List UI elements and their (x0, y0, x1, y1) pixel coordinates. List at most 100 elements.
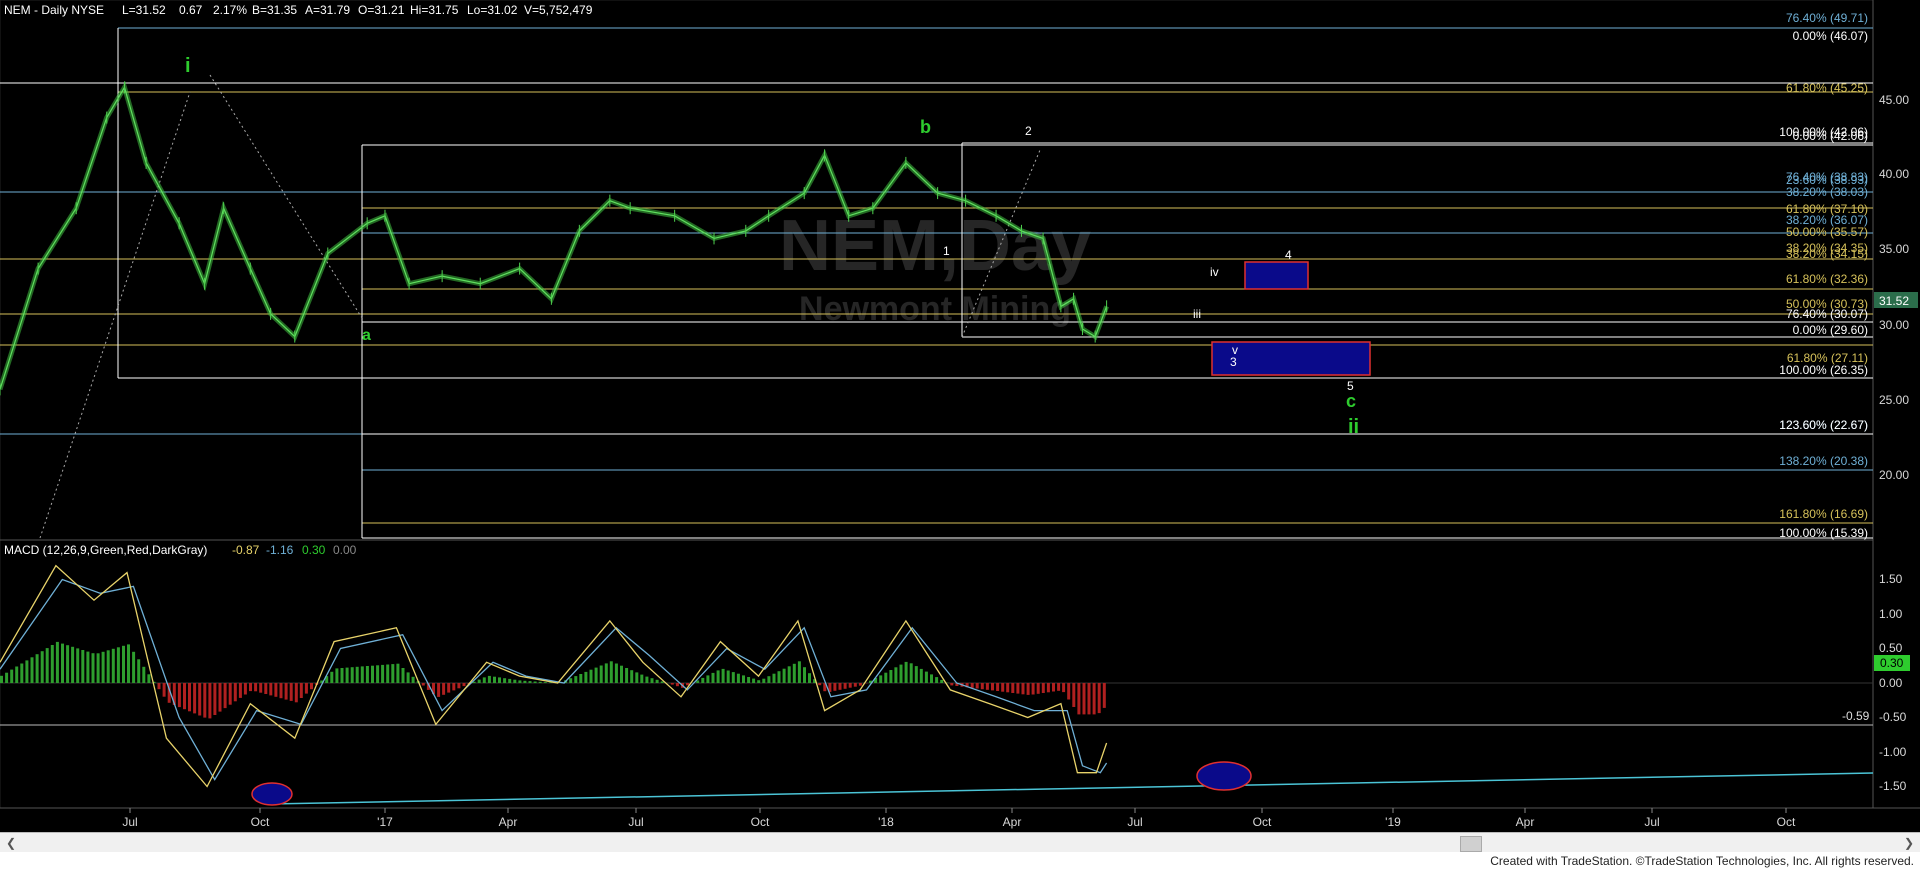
macd-level-label: -0.59 (1842, 709, 1870, 723)
macd-histogram-bar (137, 659, 141, 683)
macd-histogram-bar (55, 641, 59, 683)
macd-histogram-bar (635, 672, 639, 683)
wave-label-ii: ii (1348, 416, 1359, 438)
macd-histogram-bar (675, 683, 679, 687)
macd-histogram-bar (838, 683, 842, 690)
macd-histogram-bar (401, 668, 405, 683)
macd-histogram-bar (162, 683, 166, 697)
macd-histogram-bar (188, 683, 191, 712)
macd-histogram-bar (1072, 683, 1076, 707)
macd-histogram-bar (808, 673, 811, 683)
macd-histogram-bar (482, 677, 486, 683)
macd-histogram-bar (30, 657, 34, 683)
macd-histogram-bar (721, 668, 725, 683)
macd-histogram-bar (411, 676, 415, 683)
chart-canvas: NEM,Day Newmont Mining NEM - Daily NYSE … (0, 0, 1920, 829)
macd-histogram-bar (228, 683, 232, 705)
header-open: O=31.21 (358, 3, 405, 17)
macd-histogram-bar (1102, 683, 1106, 708)
macd-hist-value: 0.30 (302, 543, 326, 557)
header-symbol: NEM - Daily NYSE (4, 3, 104, 17)
macd-histogram-bar (503, 678, 507, 683)
macd-histogram-bar (1016, 683, 1020, 694)
macd-histogram-bar (259, 683, 263, 693)
macd-histogram-bar (772, 673, 776, 683)
macd-histogram-bar (213, 683, 217, 715)
macd-histogram-bar (757, 680, 761, 683)
macd-histogram-bar (304, 683, 308, 694)
macd-histogram-bar (996, 683, 1000, 691)
macd-histogram-bar (1046, 683, 1050, 693)
macd-histogram-bar (487, 675, 491, 683)
macd-histogram-bar (66, 645, 70, 683)
macd-histogram-bar (625, 668, 629, 683)
macd-histogram-bar (731, 672, 735, 683)
macd-histogram-bar (1092, 683, 1096, 715)
macd-histogram-bar (726, 670, 730, 683)
macd-histogram-bar (508, 678, 512, 683)
price-axis: 45.00 40.00 35.00 30.00 25.00 20.00 31.5… (1874, 93, 1918, 482)
macd-histogram-bar (975, 683, 979, 689)
scroll-thumb[interactable] (1460, 836, 1482, 852)
macd-histogram-bar (1082, 683, 1086, 715)
macd-histogram-bar (879, 675, 883, 683)
macd-histogram-bar (747, 677, 751, 683)
time-tick-label: '17 (377, 815, 393, 829)
time-tick-label: '18 (878, 815, 894, 829)
scroll-right-arrow-icon[interactable]: ❯ (1902, 835, 1916, 851)
macd-histogram-bar (833, 683, 837, 691)
macd-histogram-bar (543, 682, 547, 683)
macd-histogram-bar (81, 650, 85, 683)
macd-histogram-bar (584, 671, 588, 683)
fib-label: 0.00% (42.06) (1793, 129, 1868, 143)
header-pct: 2.17% (213, 3, 247, 17)
macd-label: MACD (12,26,9,Green,Red,DarkGray) (4, 543, 207, 557)
macd-histogram-bar (183, 683, 186, 710)
macd-histogram-bar (569, 678, 573, 683)
macd-histogram-bar (579, 674, 583, 683)
macd-histogram-bar (853, 683, 857, 687)
macd-histogram-bar (71, 646, 75, 683)
credit-text: Created with TradeStation. ©TradeStation… (1490, 854, 1914, 868)
macd-histogram-bar (365, 666, 369, 683)
macd-histogram-bar (858, 683, 862, 686)
macd-histogram-bar (122, 645, 125, 683)
macd-histogram-bar (447, 683, 451, 693)
header-high: Hi=31.75 (410, 3, 459, 17)
last-price-value: 31.52 (1879, 294, 1909, 308)
time-tick-label: Apr (1003, 815, 1022, 829)
macd-histogram-bar (442, 683, 446, 695)
macd-histogram-bar (116, 647, 120, 683)
macd-histogram-bar (20, 663, 24, 683)
macd-tick: 1.50 (1879, 572, 1903, 586)
header-last: L=31.52 (122, 3, 166, 17)
time-axis: Jul Oct '17 Apr Jul Oct '18 Apr Jul Oct '19 Apr Jul O… (122, 808, 1796, 829)
macd-panel (0, 539, 1874, 809)
fib-label: 76.40% (49.71) (1786, 11, 1868, 25)
macd-histogram-bar (701, 677, 705, 683)
macd-histogram-bar (452, 683, 456, 691)
macd-histogram-bar (1021, 683, 1025, 695)
header-ask: A=31.79 (305, 3, 350, 17)
macd-histogram-bar (1062, 683, 1066, 693)
scroll-left-arrow-icon[interactable]: ❮ (4, 835, 18, 851)
wave-label-c: c (1346, 391, 1356, 411)
macd-histogram-bar (279, 683, 283, 699)
time-tick-label: Apr (499, 815, 518, 829)
macd-header: MACD (12,26,9,Green,Red,DarkGray) -0.87 … (4, 543, 357, 557)
macd-tick: -1.50 (1879, 779, 1907, 793)
macd-histogram-bar (533, 681, 537, 683)
macd-histogram-bar (909, 663, 913, 683)
macd-histogram-bar (371, 665, 374, 683)
macd-histogram-bar (589, 669, 593, 683)
macd-histogram-bar (803, 667, 806, 683)
macd-histogram-bar (437, 683, 441, 697)
macd-histogram-bar (787, 666, 791, 683)
macd-histogram-bar (1067, 683, 1071, 700)
macd-histogram-bar (970, 683, 974, 688)
macd-histogram-bar (620, 665, 623, 683)
horizontal-scrollbar[interactable]: ❮ ❯ (0, 832, 1920, 853)
macd-histogram-bar (498, 677, 501, 683)
macd-histogram-bar (884, 672, 888, 683)
macd-histogram-bar (1011, 683, 1015, 693)
